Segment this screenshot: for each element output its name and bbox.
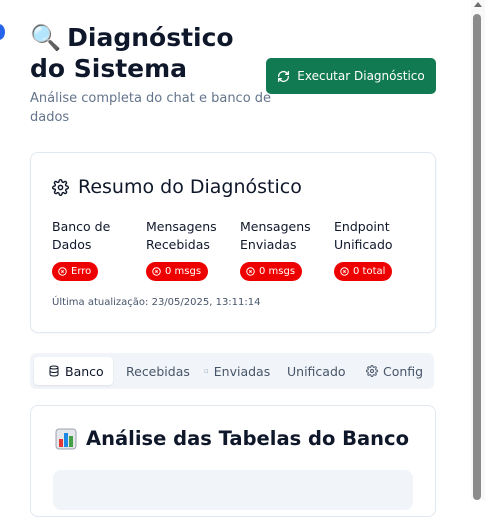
page-title: 🔍 Diagnóstico do Sistema — [30, 22, 260, 84]
x-circle-icon — [58, 267, 67, 276]
page-title-line1: Diagnóstico — [67, 23, 234, 52]
gear-icon — [366, 365, 378, 377]
tab-bar: Banco Recebidas ▫ Enviadas Unificado Con… — [30, 353, 434, 389]
summary-title-text: Resumo do Diagnóstico — [78, 176, 302, 198]
summary-title: Resumo do Diagnóstico — [52, 175, 302, 199]
send-icon: ▫ — [204, 367, 209, 375]
status-badge: 0 msgs — [240, 262, 303, 281]
metric-sent: Mensagens Enviadas 0 msgs — [240, 218, 330, 281]
tab-unificado[interactable]: Unificado — [281, 357, 352, 385]
run-diagnostic-label: Executar Diagnóstico — [297, 69, 425, 83]
magnifier-icon: 🔍 — [30, 23, 62, 52]
metric-label: Mensagens Recebidas — [146, 219, 217, 252]
run-diagnostic-button[interactable]: Executar Diagnóstico — [266, 58, 436, 94]
x-circle-icon — [246, 267, 255, 276]
metric-received: Mensagens Recebidas 0 msgs — [146, 218, 236, 281]
database-icon — [49, 365, 59, 377]
tab-recebidas[interactable]: Recebidas — [120, 357, 196, 385]
metric-label: Banco de Dados — [52, 219, 111, 252]
tab-enviadas[interactable]: ▫ Enviadas — [198, 357, 276, 385]
scroll-thumb[interactable] — [473, 14, 481, 500]
analysis-title: Análise das Tabelas do Banco — [55, 426, 409, 452]
analysis-title-text: Análise das Tabelas do Banco — [86, 427, 410, 450]
analysis-card: Análise das Tabelas do Banco — [30, 405, 436, 517]
metric-label: Endpoint Unificado — [334, 219, 393, 252]
last-updated: Última atualização: 23/05/2025, 13:11:14 — [52, 297, 261, 308]
scrollbar[interactable] — [471, 0, 485, 500]
x-circle-icon — [152, 267, 161, 276]
page-title-line2: do Sistema — [30, 54, 188, 83]
metric-label: Mensagens Enviadas — [240, 219, 311, 252]
page-subtitle: Análise completa do chat e banco de dado… — [30, 91, 272, 125]
status-badge: 0 msgs — [146, 262, 209, 281]
refresh-icon — [278, 70, 290, 82]
metric-database: Banco de Dados Erro — [52, 218, 142, 281]
tab-banco[interactable]: Banco — [34, 357, 113, 385]
bar-chart-icon — [55, 428, 77, 450]
metric-unified-endpoint: Endpoint Unificado 0 total — [334, 218, 424, 281]
summary-card: Resumo do Diagnóstico Banco de Dados Erro… — [30, 152, 436, 333]
side-indicator — [0, 24, 5, 40]
tab-config[interactable]: Config — [360, 357, 429, 385]
loading-placeholder — [53, 470, 413, 510]
gear-icon — [52, 178, 69, 196]
status-badge: 0 total — [334, 262, 393, 281]
status-badge: Erro — [52, 262, 99, 281]
x-circle-icon — [340, 267, 349, 276]
scroll-up-arrow-icon[interactable] — [474, 2, 482, 7]
